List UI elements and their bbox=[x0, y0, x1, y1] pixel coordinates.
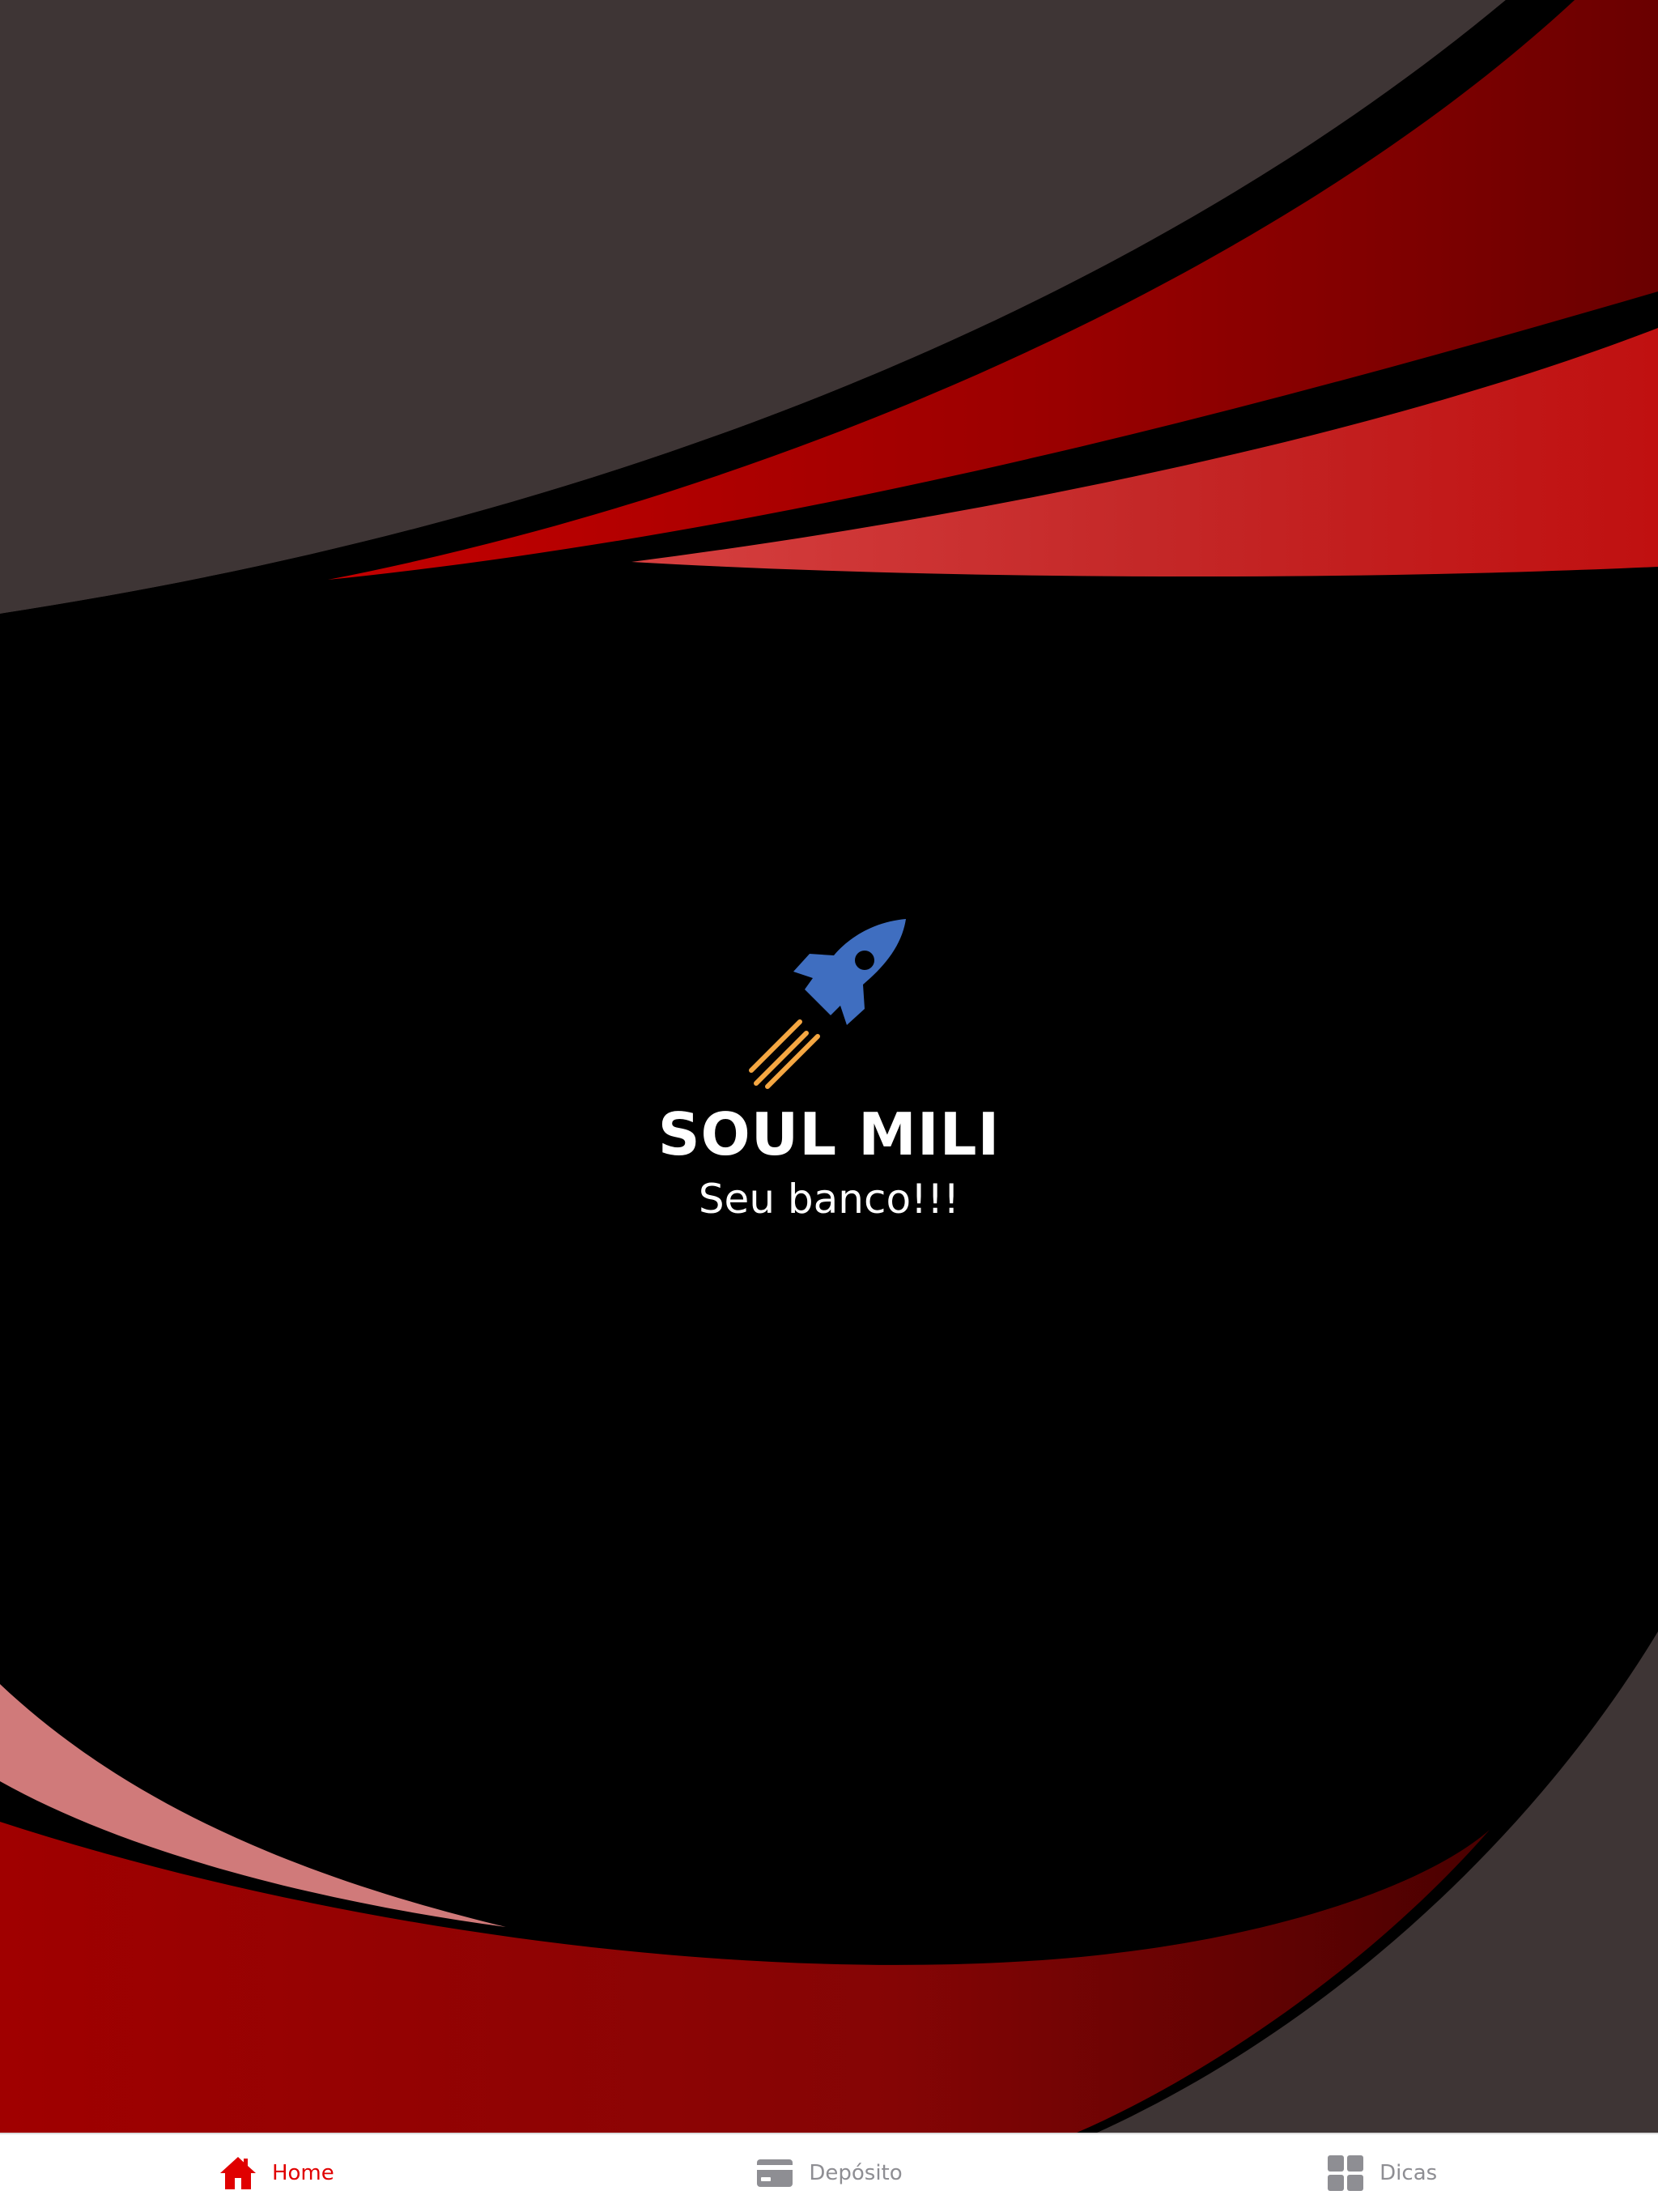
tab-deposito[interactable]: Depósito bbox=[553, 2134, 1106, 2212]
bottom-tab-bar: Home Depósito Dicas bbox=[0, 2133, 1658, 2212]
app-title: SOUL MILI bbox=[657, 1100, 1001, 1168]
credit-card-icon bbox=[757, 2159, 793, 2187]
tab-dicas-label: Dicas bbox=[1380, 2161, 1438, 2185]
grid-icon bbox=[1328, 2155, 1364, 2191]
tab-home-label: Home bbox=[271, 2161, 334, 2185]
tab-deposito-label: Depósito bbox=[809, 2161, 903, 2185]
splash-screen: SOUL MILI Seu banco!!! Home Depósito Dic… bbox=[0, 0, 1658, 2212]
rocket-icon bbox=[749, 919, 906, 1089]
brand-block: SOUL MILI Seu banco!!! bbox=[0, 915, 1658, 1226]
tab-home[interactable]: Home bbox=[0, 2134, 553, 2212]
app-tagline: Seu banco!!! bbox=[698, 1176, 960, 1223]
tab-dicas[interactable]: Dicas bbox=[1105, 2134, 1658, 2212]
home-icon bbox=[219, 2157, 256, 2189]
